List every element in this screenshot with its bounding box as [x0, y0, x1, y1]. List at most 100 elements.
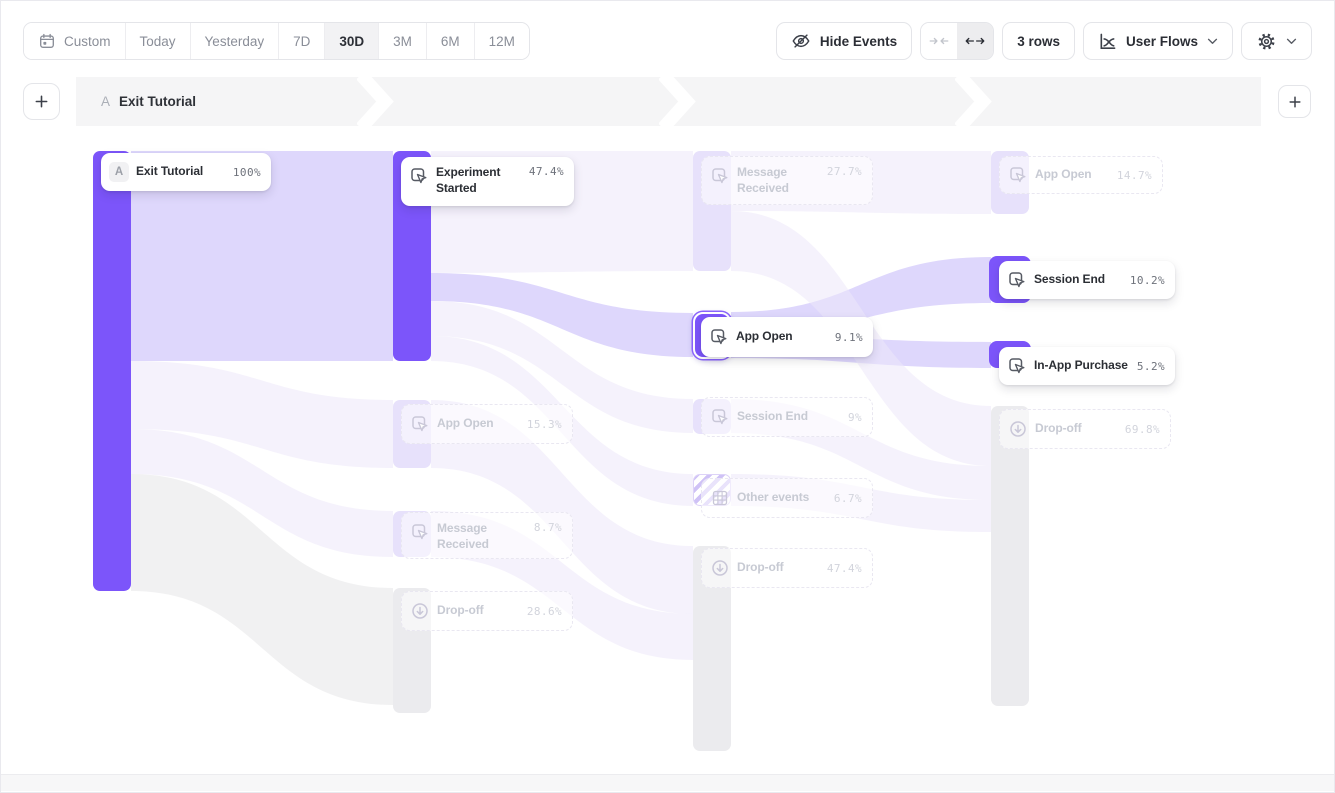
- plus-icon: [34, 94, 49, 109]
- event-icon: [1008, 165, 1028, 185]
- step-chevron-separator: [659, 77, 701, 126]
- drop-off-3-card[interactable]: Drop-off 47.4%: [701, 548, 873, 588]
- app-open-2-card[interactable]: App Open 15.3%: [401, 404, 573, 444]
- event-icon: [1007, 356, 1027, 376]
- event-icon: [1007, 270, 1027, 290]
- hide-events-label: Hide Events: [820, 34, 897, 49]
- date-range-12m[interactable]: 12M: [475, 23, 529, 59]
- date-range-3m[interactable]: 3M: [379, 23, 427, 59]
- node-value: 9%: [848, 411, 862, 424]
- top-toolbar: Custom Today Yesterday 7D 30D 3M 6M 12M Hide Ev…: [23, 22, 1312, 60]
- node-value: 100%: [233, 166, 261, 179]
- drop-off-icon: [1008, 419, 1028, 439]
- event-icon: [410, 522, 430, 542]
- date-range-label: 30D: [339, 34, 364, 49]
- session-end-3-card[interactable]: Session End 9%: [701, 397, 873, 437]
- rows-label: 3 rows: [1017, 34, 1060, 49]
- flow-canvas: AExit Tutorial100% Experiment Started47.…: [1, 126, 1335, 771]
- node-label: In-App Purchase: [1034, 358, 1128, 374]
- app-open-4-card[interactable]: App Open 14.7%: [999, 156, 1163, 194]
- exit-tutorial-card[interactable]: AExit Tutorial100%: [101, 153, 271, 191]
- node-label: Exit Tutorial: [136, 164, 203, 180]
- event-icon: [709, 327, 729, 347]
- collapse-columns-button[interactable]: [921, 23, 957, 59]
- node-value: 14.7%: [1117, 169, 1152, 182]
- node-value: 47.4%: [827, 562, 862, 575]
- drop-off-2-card[interactable]: Drop-off28.6%: [401, 591, 573, 631]
- node-label: Drop-off: [1035, 421, 1082, 437]
- date-range-label: Today: [140, 34, 176, 49]
- other-events-3-card[interactable]: Other events6.7%: [701, 478, 873, 518]
- experiment-started-card[interactable]: Experiment Started 47.4%: [401, 157, 574, 206]
- node-label: App Open: [1035, 167, 1092, 183]
- gear-icon: [1256, 31, 1277, 52]
- node-value: 5.2%: [1137, 360, 1165, 373]
- hide-events-button[interactable]: Hide Events: [776, 22, 912, 60]
- eye-off-icon: [791, 31, 811, 51]
- footer-strip: [1, 774, 1334, 791]
- node-value: 10.2%: [1130, 274, 1165, 287]
- node-value: 15.3%: [527, 418, 562, 431]
- node-value: 69.8%: [1125, 423, 1160, 436]
- expand-columns-button[interactable]: [957, 23, 993, 59]
- view-type-label: User Flows: [1126, 34, 1198, 49]
- drop-off-4-card[interactable]: Drop-off 69.8%: [999, 409, 1171, 449]
- node-label: Message Received: [437, 521, 523, 552]
- date-range-picker: Custom Today Yesterday 7D 30D 3M 6M 12M: [23, 22, 530, 60]
- node-label: Session End: [1034, 272, 1105, 288]
- app-open-3-card[interactable]: App Open 9.1%: [701, 317, 873, 357]
- chevron-down-icon: [1207, 38, 1218, 45]
- settings-dropdown[interactable]: [1241, 22, 1312, 60]
- step-label: A Exit Tutorial: [76, 94, 196, 109]
- node-label: Experiment Started: [436, 165, 522, 196]
- other-events-icon: [710, 488, 730, 508]
- date-range-today[interactable]: Today: [126, 23, 191, 59]
- date-range-label: 6M: [441, 34, 460, 49]
- date-range-label: Yesterday: [205, 34, 265, 49]
- node-label: Drop-off: [737, 560, 784, 576]
- arrows-inward-icon: [929, 35, 949, 47]
- step-title: Exit Tutorial: [119, 94, 196, 109]
- calendar-icon: [38, 32, 56, 50]
- node-label: App Open: [437, 416, 494, 432]
- date-range-label: 3M: [393, 34, 412, 49]
- arrows-outward-icon: [965, 35, 985, 47]
- step-header-bar[interactable]: A Exit Tutorial: [76, 77, 1261, 126]
- add-end-step-button[interactable]: [1278, 85, 1311, 118]
- node-value: 8.7%: [534, 521, 562, 534]
- message-received-3-card[interactable]: Message Received 27.7%: [701, 156, 873, 205]
- column-width-toggle: [920, 22, 994, 60]
- node-label: App Open: [736, 329, 793, 345]
- plus-icon: [1288, 95, 1302, 109]
- drop-off-icon: [710, 558, 730, 578]
- date-range-30d[interactable]: 30D: [325, 23, 379, 59]
- event-icon: [710, 407, 730, 427]
- date-range-label: Custom: [64, 34, 111, 49]
- node-value: 47.4%: [529, 165, 564, 178]
- date-range-6m[interactable]: 6M: [427, 23, 475, 59]
- node-value: 28.6%: [527, 605, 562, 618]
- exit-tutorial-bar[interactable]: [93, 151, 131, 591]
- toolbar-right: Hide Events: [776, 22, 1312, 60]
- node-label: Message Received: [737, 165, 820, 196]
- user-flows-icon: [1098, 32, 1117, 51]
- message-received-2-card[interactable]: Message Received 8.7%: [401, 512, 573, 559]
- rows-button[interactable]: 3 rows: [1002, 22, 1075, 60]
- date-range-7d[interactable]: 7D: [279, 23, 325, 59]
- node-value: 9.1%: [835, 331, 863, 344]
- view-type-dropdown[interactable]: User Flows: [1083, 22, 1233, 60]
- date-range-custom[interactable]: Custom: [24, 23, 126, 59]
- drop-off-icon: [410, 601, 430, 621]
- add-start-step-button[interactable]: [23, 83, 60, 120]
- in-app-purchase-4-card[interactable]: In-App Purchase 5.2%: [999, 347, 1175, 385]
- drop-off-4-bar[interactable]: [991, 406, 1029, 706]
- date-range-label: 12M: [489, 34, 515, 49]
- event-icon: [710, 166, 730, 186]
- node-value: 27.7%: [827, 165, 862, 178]
- step-chevron-separator: [357, 77, 399, 126]
- session-end-4-card[interactable]: Session End 10.2%: [999, 261, 1175, 299]
- date-range-yesterday[interactable]: Yesterday: [191, 23, 280, 59]
- node-value: 6.7%: [834, 492, 862, 505]
- node-label: Session End: [737, 409, 808, 425]
- date-range-label: 7D: [293, 34, 310, 49]
